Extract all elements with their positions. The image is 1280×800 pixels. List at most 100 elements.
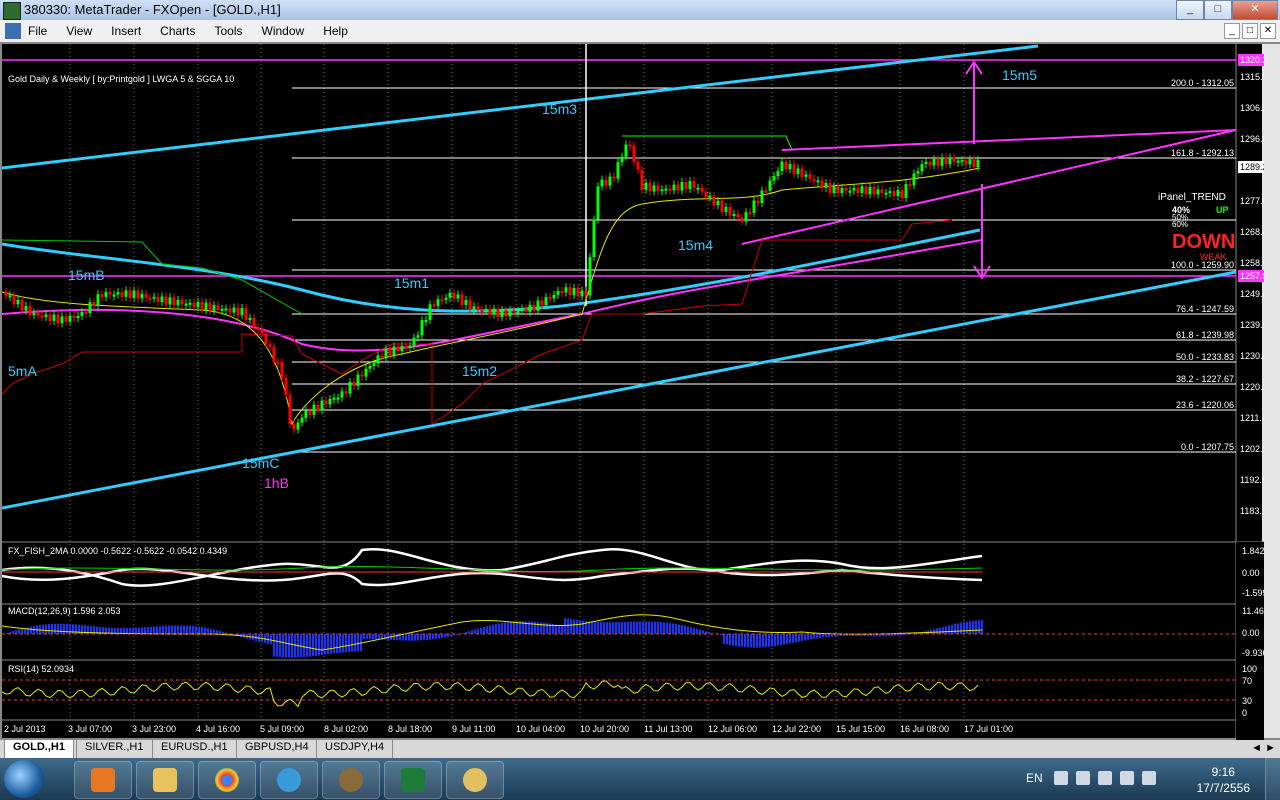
close-button[interactable]: ✕ xyxy=(1232,0,1278,20)
tab-gbpusd[interactable]: GBPUSD,H4 xyxy=(236,740,318,759)
macd-bar xyxy=(336,634,338,654)
taskbar-excel[interactable] xyxy=(384,761,442,799)
clock[interactable]: 9:16 17/7/2556 xyxy=(1197,764,1250,796)
tab-silver[interactable]: SILVER.,H1 xyxy=(76,740,153,759)
fisher-indicator[interactable]: FX_FISH_2MA 0.0000 -0.5622 -0.5622 -0.05… xyxy=(2,546,1264,598)
macd-bar xyxy=(780,634,782,646)
start-button[interactable] xyxy=(4,760,44,798)
macd-bar xyxy=(57,623,59,634)
tab-scroll-arrows[interactable]: ◄ ► xyxy=(1251,742,1276,754)
macd-bar xyxy=(888,634,890,637)
taskbar-ie[interactable] xyxy=(260,761,318,799)
current-price-label: 1289.25 xyxy=(1240,162,1264,172)
menu-file[interactable]: File xyxy=(28,24,47,38)
macd-bar xyxy=(699,629,701,634)
price-tick-label: 1192.65 xyxy=(1240,475,1264,485)
ma-green-line xyxy=(622,135,793,151)
macd-bar xyxy=(153,626,155,634)
annotation-15m4: 15m4 xyxy=(678,237,713,253)
rsi-indicator[interactable]: RSI(14) 52.0934 100 70 30 0 xyxy=(2,664,1257,718)
menu-bar: File View Insert Charts Tools Window Hel… xyxy=(0,20,1280,43)
taskbar-paint[interactable] xyxy=(446,761,504,799)
vertical-scrollbar[interactable] xyxy=(1262,44,1280,738)
tab-gold[interactable]: GOLD.,H1 xyxy=(4,740,74,759)
macd-bar xyxy=(738,634,740,647)
macd-bar xyxy=(312,634,314,657)
macd-indicator[interactable]: MACD(12,26,9) 1.596 2.053 11.468 0.00 -9.9… xyxy=(2,606,1264,658)
macd-bar xyxy=(804,634,806,641)
menu-window[interactable]: Window xyxy=(262,24,305,38)
menu-help[interactable]: Help xyxy=(323,24,348,38)
date-tick-label: 3 Jul 07:00 xyxy=(68,724,112,734)
macd-bar xyxy=(27,627,29,634)
macd-bar xyxy=(768,634,770,647)
macd-bar xyxy=(966,621,968,634)
date-tick-label: 4 Jul 16:00 xyxy=(196,724,240,734)
tab-eurusd[interactable]: EURUSD.,H1 xyxy=(152,740,237,759)
macd-bar xyxy=(975,620,977,634)
macd-bar xyxy=(951,624,953,634)
macd-bar xyxy=(534,621,536,634)
macd-bar xyxy=(744,634,746,648)
maximize-button[interactable]: □ xyxy=(1204,0,1232,20)
macd-bar xyxy=(291,634,293,658)
macd-bar xyxy=(900,634,902,636)
date-tick-label: 15 Jul 15:00 xyxy=(836,724,885,734)
arrow-up-icon[interactable] xyxy=(1076,771,1090,785)
macd-bar xyxy=(354,634,356,652)
mdi-minimize-button[interactable]: _ xyxy=(1224,23,1240,39)
trend-channel[interactable] xyxy=(2,44,1237,510)
macd-bar xyxy=(594,621,596,634)
macd-bar xyxy=(729,634,731,646)
clock-date: 17/7/2556 xyxy=(1196,781,1250,795)
macd-bar xyxy=(963,622,965,634)
macd-bar xyxy=(645,621,647,634)
macd-bar xyxy=(363,634,365,640)
minimize-button[interactable]: _ xyxy=(1176,0,1204,20)
macd-bar xyxy=(192,625,194,634)
date-tick-label: 8 Jul 02:00 xyxy=(324,724,368,734)
menu-view[interactable]: View xyxy=(66,24,92,38)
taskbar-chrome[interactable] xyxy=(198,761,256,799)
macd-bar xyxy=(63,623,65,634)
macd-bar xyxy=(792,634,794,643)
show-desktop-button[interactable] xyxy=(1265,758,1280,800)
macd-bar xyxy=(630,621,632,634)
ipanel-up: UP xyxy=(1216,205,1229,215)
macd-bar xyxy=(732,634,734,646)
mdi-close-button[interactable]: ✕ xyxy=(1260,23,1276,39)
macd-bar xyxy=(501,622,503,634)
candlestick-series[interactable] xyxy=(4,140,980,434)
price-chart[interactable]: 200.0 - 1312.05 161.8 - 1292.13 100.0 - … xyxy=(2,44,1264,740)
macd-bar xyxy=(789,634,791,644)
help-icon[interactable] xyxy=(1054,771,1068,785)
macd-bar xyxy=(162,625,164,634)
network-icon[interactable] xyxy=(1120,771,1134,785)
macd-bar xyxy=(606,622,608,634)
macd-bar xyxy=(417,634,419,641)
tab-usdjpy[interactable]: USDJPY,H4 xyxy=(316,740,394,759)
macd-bar xyxy=(510,621,512,634)
macd-bar xyxy=(702,630,704,634)
mdi-restore-button[interactable]: □ xyxy=(1242,23,1258,39)
menu-tools[interactable]: Tools xyxy=(215,24,243,38)
macd-bar xyxy=(171,625,173,634)
taskbar-explorer[interactable] xyxy=(136,761,194,799)
macd-bar xyxy=(813,634,815,639)
taskbar-media-player[interactable] xyxy=(74,761,132,799)
flag-icon[interactable] xyxy=(1098,771,1112,785)
menu-insert[interactable]: Insert xyxy=(111,24,141,38)
fibonacci-levels xyxy=(292,87,1236,453)
macd-bar xyxy=(384,634,386,640)
price-tick-label: 1306.15 xyxy=(1240,103,1264,113)
macd-bar xyxy=(762,634,764,648)
rsi-tick: 30 xyxy=(1242,696,1252,706)
macd-bar xyxy=(663,622,665,634)
ipanel-title: iPanel_TREND xyxy=(1158,192,1226,203)
macd-bar xyxy=(411,634,413,641)
volume-icon[interactable] xyxy=(1142,771,1156,785)
taskbar-metatrader[interactable] xyxy=(322,761,380,799)
macd-bar xyxy=(828,634,830,637)
language-indicator[interactable]: EN xyxy=(1026,771,1043,785)
menu-charts[interactable]: Charts xyxy=(160,24,195,38)
